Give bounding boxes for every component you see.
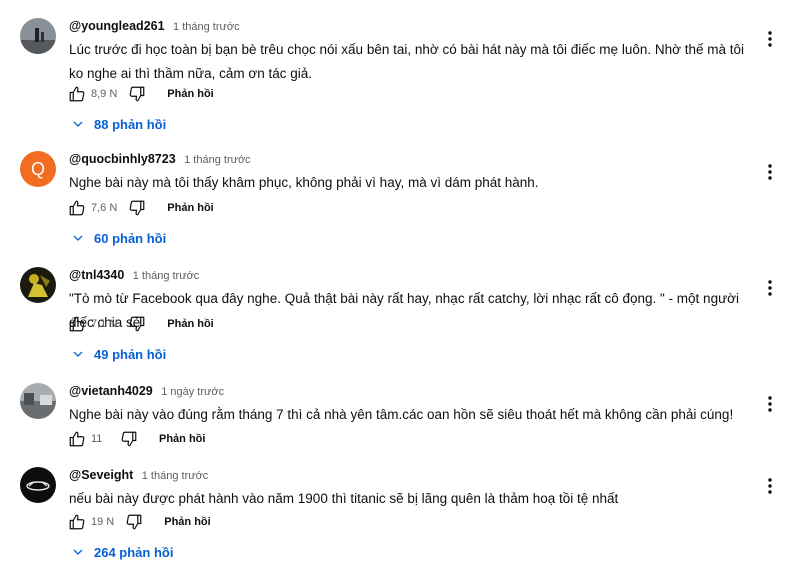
like-button[interactable]: [67, 512, 87, 532]
dislike-button[interactable]: [127, 314, 147, 334]
dislike-button[interactable]: [127, 198, 147, 218]
like-count: 8,9 N: [91, 88, 118, 100]
like-count: 11: [91, 433, 103, 445]
reply-button[interactable]: Phản hồi: [164, 516, 210, 528]
thumbs-down-icon: [121, 431, 137, 447]
more-vert-icon: [768, 31, 772, 47]
comment-time[interactable]: 1 tháng trước: [184, 154, 251, 166]
like-button[interactable]: [67, 198, 87, 218]
view-replies-button[interactable]: 49 phản hồi: [72, 344, 166, 364]
thumbs-up-icon: [69, 316, 85, 332]
comment-text: Nghe bài này mà tôi thấy khâm phục, khôn…: [69, 175, 539, 190]
avatar[interactable]: [20, 467, 56, 503]
more-vert-icon: [768, 396, 772, 412]
author-name[interactable]: @tnl4340: [69, 268, 124, 282]
comment-time[interactable]: 1 tháng trước: [142, 470, 209, 482]
like-count: 7,6 N: [91, 202, 118, 214]
like-button[interactable]: [67, 429, 87, 449]
reply-button[interactable]: Phản hồi: [167, 88, 213, 100]
thumbs-down-icon: [129, 86, 145, 102]
author-name[interactable]: @Seveight: [69, 468, 133, 482]
more-vert-icon: [768, 478, 772, 494]
view-replies-button[interactable]: 60 phản hồi: [72, 228, 166, 248]
chevron-down-icon: [73, 351, 83, 357]
thumbs-down-icon: [129, 316, 145, 332]
replies-count: 88 phản hồi: [94, 116, 167, 132]
comment-menu-button[interactable]: [762, 161, 778, 183]
reply-button[interactable]: Phản hồi: [167, 202, 213, 214]
replies-count: 49 phản hồi: [94, 346, 167, 362]
view-replies-button[interactable]: 88 phản hồi: [72, 114, 166, 134]
view-replies-button[interactable]: 264 phản hồi: [72, 542, 173, 562]
thumbs-down-icon: [129, 200, 145, 216]
comment-time[interactable]: 1 tháng trước: [133, 270, 200, 282]
dislike-button[interactable]: [127, 84, 147, 104]
comment-menu-button[interactable]: [762, 475, 778, 497]
thumbs-up-icon: [69, 431, 85, 447]
comment-text: Nghe bài này vào đúng rằm tháng 7 thì cả…: [69, 407, 734, 422]
comment-time[interactable]: 1 ngày trước: [161, 386, 224, 398]
reply-button[interactable]: Phản hồi: [167, 318, 213, 330]
like-button[interactable]: [67, 314, 87, 334]
avatar[interactable]: Q: [20, 151, 56, 187]
reply-button[interactable]: Phản hồi: [159, 433, 205, 445]
comment-time[interactable]: 1 tháng trước: [173, 21, 240, 33]
more-vert-icon: [768, 280, 772, 296]
chevron-down-icon: [73, 121, 83, 127]
thumbs-down-icon: [126, 514, 142, 530]
chevron-down-icon: [73, 235, 83, 241]
author-name[interactable]: @younglead261: [69, 19, 165, 33]
chevron-down-icon: [73, 549, 83, 555]
comment-text: Lúc trước đi học toàn bị bạn bè trêu chọ…: [69, 42, 744, 81]
comment-menu-button[interactable]: [762, 393, 778, 415]
avatar-letter: Q: [30, 158, 45, 179]
avatar[interactable]: [20, 383, 56, 419]
replies-count: 60 phản hồi: [94, 230, 167, 246]
comment-menu-button[interactable]: [762, 277, 778, 299]
thumbs-up-icon: [69, 86, 85, 102]
author-name[interactable]: @quocbinhly8723: [69, 152, 176, 166]
avatar[interactable]: [20, 267, 56, 303]
comment-text: nếu bài này được phát hành vào năm 1900 …: [69, 491, 619, 506]
like-count: 19 N: [91, 516, 115, 528]
like-button[interactable]: [67, 84, 87, 104]
thumbs-up-icon: [69, 514, 85, 530]
author-name[interactable]: @vietanh4029: [69, 384, 153, 398]
thumbs-up-icon: [69, 200, 85, 216]
comment-menu-button[interactable]: [762, 28, 778, 50]
more-vert-icon: [768, 164, 772, 180]
like-count: 7,1 N: [91, 318, 118, 330]
dislike-button[interactable]: [119, 429, 139, 449]
dislike-button[interactable]: [124, 512, 144, 532]
avatar[interactable]: [20, 18, 56, 54]
replies-count: 264 phản hồi: [94, 544, 174, 560]
